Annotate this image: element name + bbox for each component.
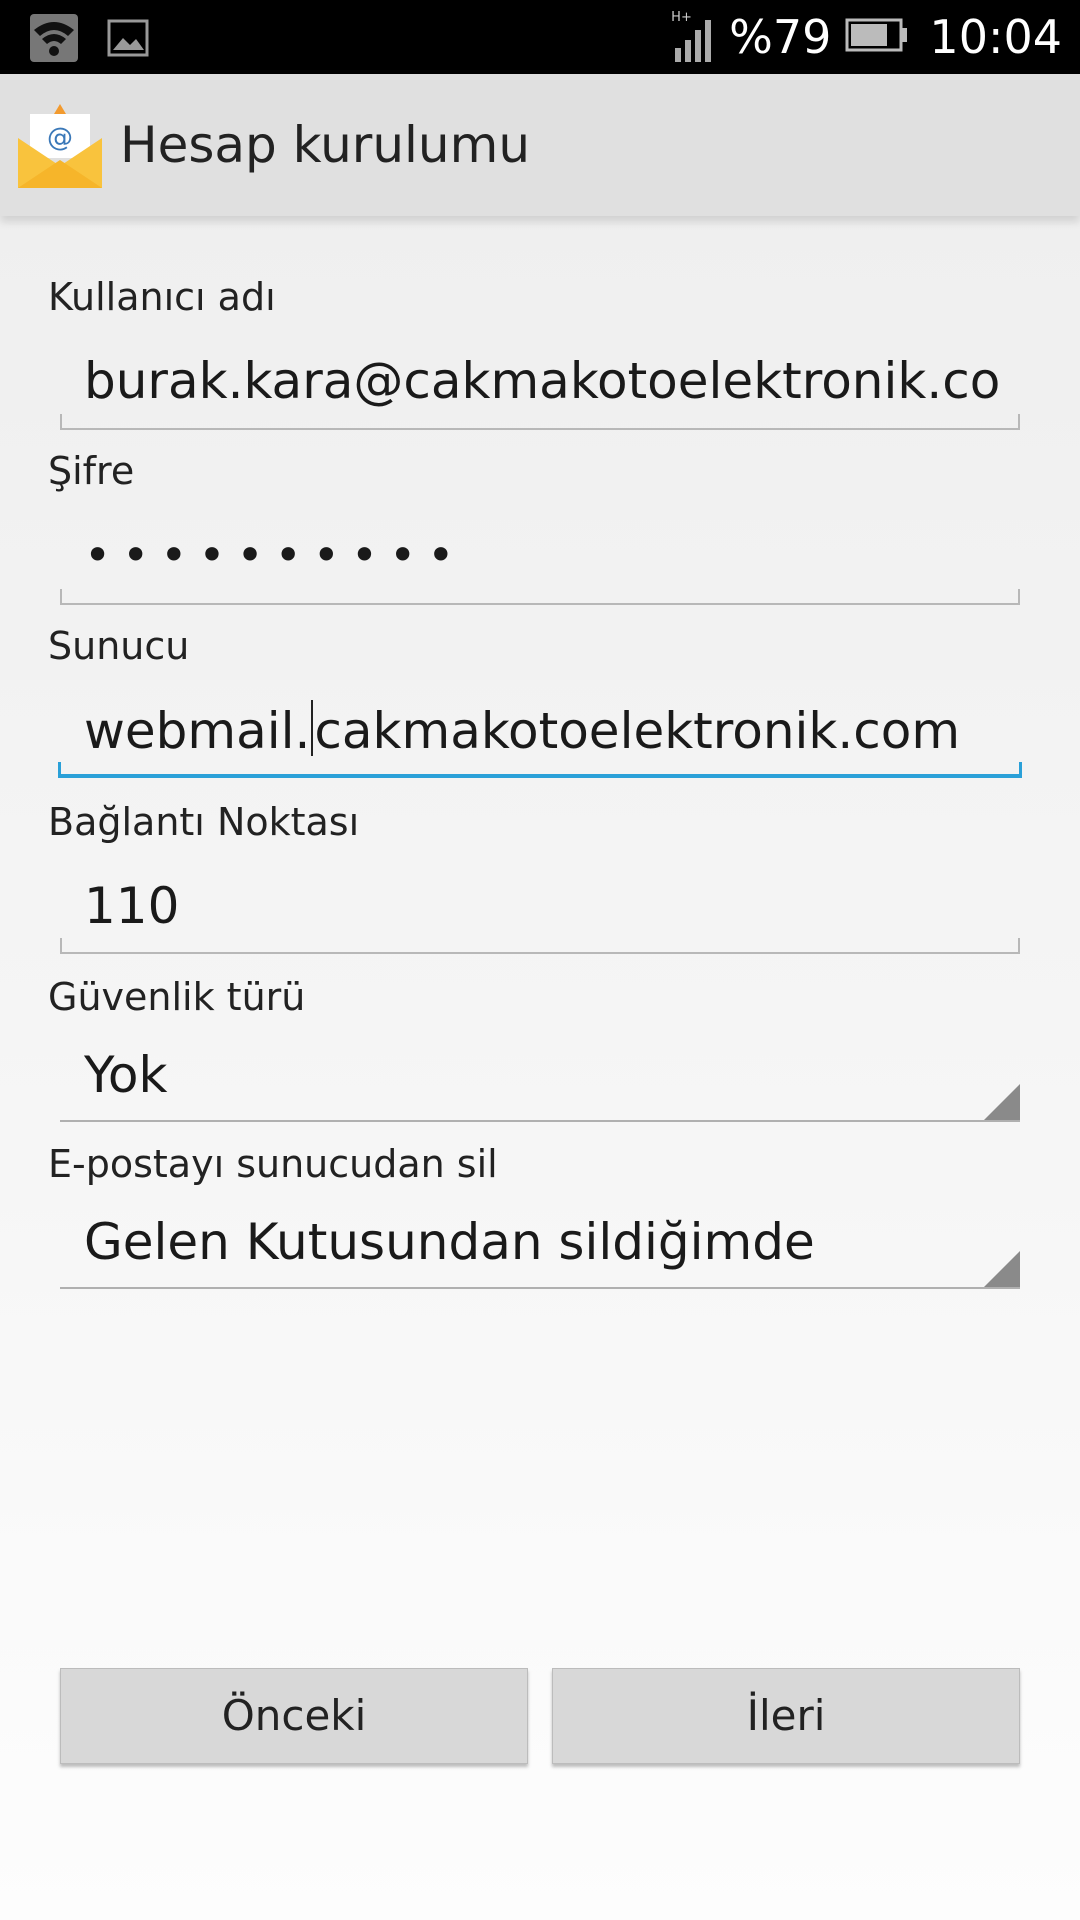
wifi-icon (30, 14, 78, 66)
image-icon (106, 16, 150, 64)
server-label: Sunucu (48, 624, 190, 668)
svg-text:@: @ (47, 123, 73, 153)
page-title: Hesap kurulumu (120, 116, 531, 174)
battery-percent: %79 (729, 10, 832, 64)
signal-icon: H+ (671, 10, 715, 64)
action-bar: @ Hesap kurulumu (0, 74, 1080, 216)
server-text-after-cursor: cakmakotoelektronik.com (314, 702, 961, 760)
clock: 10:04 (929, 10, 1062, 64)
delete-email-underline (60, 1287, 1020, 1289)
dropdown-arrow-icon (984, 1084, 1020, 1120)
status-bar: H+ %79 10:04 (0, 0, 1080, 74)
username-field-underline (60, 414, 1020, 430)
port-label: Bağlantı Noktası (48, 800, 360, 844)
port-field[interactable]: 110 (84, 875, 1000, 937)
next-button[interactable]: İleri (552, 1668, 1020, 1764)
delete-email-dropdown[interactable]: Gelen Kutusundan sildiğimde (84, 1211, 1000, 1273)
delete-email-label: E-postayı sunucudan sil (48, 1142, 498, 1186)
username-field[interactable]: burak.kara@cakmakotoelektronik.com (84, 350, 1000, 412)
password-label: Şifre (48, 449, 135, 493)
username-label: Kullanıcı adı (48, 275, 276, 319)
security-type-underline (60, 1120, 1020, 1122)
security-type-dropdown[interactable]: Yok (84, 1044, 1000, 1106)
password-field[interactable]: •••••••••• (84, 524, 1000, 586)
server-field[interactable]: webmail.cakmakotoelektronik.com (84, 700, 1000, 762)
server-text-before-cursor: webmail. (84, 702, 311, 760)
password-field-underline (60, 589, 1020, 605)
dropdown-arrow-icon (984, 1251, 1020, 1287)
server-field-underline (58, 762, 1022, 778)
battery-icon (845, 17, 909, 57)
port-field-underline (60, 938, 1020, 954)
security-type-label: Güvenlik türü (48, 975, 306, 1019)
previous-button[interactable]: Önceki (60, 1668, 528, 1764)
email-icon: @ (16, 104, 104, 188)
account-setup-form: Kullanıcı adı burak.kara@cakmakotoelektr… (0, 216, 1080, 1920)
